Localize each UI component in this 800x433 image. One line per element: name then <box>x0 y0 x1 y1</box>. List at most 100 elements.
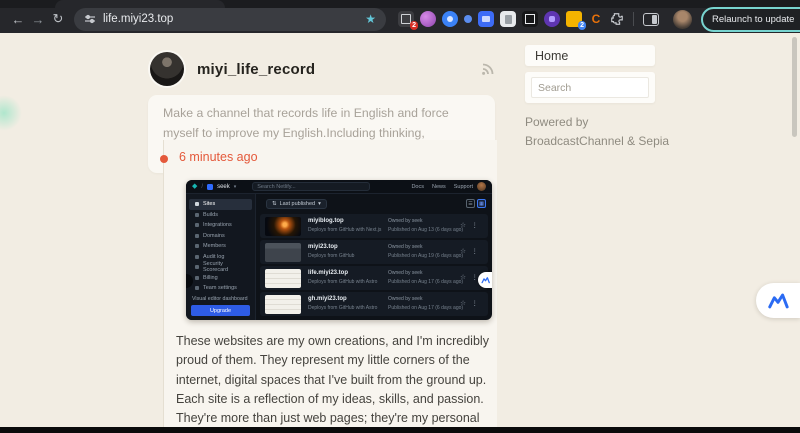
back-icon[interactable]: ← <box>8 12 28 27</box>
shot-site-row: gh.miyi23.top Deploys from GitHub with A… <box>260 292 488 316</box>
extension-icon-3[interactable] <box>442 11 458 27</box>
row-menu-icon: ⋮ <box>472 247 479 255</box>
extension-icon-4[interactable] <box>464 15 472 23</box>
members-icon <box>195 244 199 248</box>
page-content: miyi_life_record Make a channel that rec… <box>0 33 800 427</box>
profile-avatar[interactable] <box>673 10 692 29</box>
netlify-logo-icon: ◆ <box>192 183 197 190</box>
extension-icon-7[interactable] <box>522 11 538 27</box>
tune-icon[interactable] <box>84 13 96 25</box>
browser-toolbar: ← → ↻ life.miyi23.top ★ 2 2 C <box>0 6 800 32</box>
extension-icons: 2 2 C <box>398 10 692 29</box>
shot-user-avatar <box>477 182 486 191</box>
shot-site-row: life.miyi23.top Deploys from GitHub with… <box>260 266 488 290</box>
post-timeline: 6 minutes ago ◆ / seek ▾ Search Netlify.… <box>163 140 497 427</box>
shot-monica-badge <box>478 272 492 288</box>
grid-view-icon: ▦ <box>477 199 486 208</box>
shot-nav-members: Members <box>189 241 252 252</box>
favorite-star-icon: ☆ <box>460 273 466 281</box>
browser-chrome: ← → ↻ life.miyi23.top ★ 2 2 C <box>0 0 800 33</box>
site-thumbnail <box>265 269 301 288</box>
side-panel-icon[interactable] <box>643 13 659 26</box>
favorite-star-icon: ☆ <box>460 247 466 255</box>
favorite-star-icon: ☆ <box>460 299 466 307</box>
security-icon <box>195 265 199 269</box>
monica-logo-icon <box>767 292 789 309</box>
extension-icon-2[interactable] <box>420 11 436 27</box>
bottom-window-edge <box>0 427 800 433</box>
extension-icon-9[interactable]: 2 <box>566 11 582 27</box>
shot-sort-dropdown: ⇅ Last published ▾ <box>266 199 327 209</box>
billing-icon <box>195 276 199 280</box>
extension-icon-6[interactable] <box>500 11 516 27</box>
monica-assistant-badge[interactable] <box>756 283 800 318</box>
team-name: seek <box>217 184 230 190</box>
extension-icon-1[interactable]: 2 <box>398 11 414 27</box>
docs-link: Docs <box>411 184 424 190</box>
extension-icon-5[interactable] <box>478 11 494 27</box>
channel-avatar[interactable] <box>150 52 184 86</box>
shot-search-placeholder: Search Netlify... <box>257 184 295 190</box>
shot-nav-billing: Billing <box>189 273 252 284</box>
url-bar[interactable]: life.miyi23.top ★ <box>74 8 386 31</box>
favorite-star-icon: ☆ <box>460 221 466 229</box>
search-card <box>525 72 655 103</box>
post-image-netlify-dashboard[interactable]: ◆ / seek ▾ Search Netlify... Docs News S… <box>186 180 492 320</box>
list-view-icon: ☰ <box>466 199 475 208</box>
home-label: Home <box>535 49 568 63</box>
shot-visual-editor-link: Visual editor dashboard <box>192 296 251 302</box>
relaunch-label: Relaunch to update <box>712 14 794 25</box>
sort-icon: ⇅ <box>272 201 277 207</box>
post-timestamp[interactable]: 6 minutes ago <box>179 150 258 164</box>
row-menu-icon: ⋮ <box>472 299 479 307</box>
row-menu-icon: ⋮ <box>472 221 479 229</box>
domains-icon <box>195 234 199 238</box>
breadcrumb-slash: / <box>201 184 203 190</box>
extensions-puzzle-icon[interactable] <box>610 12 624 26</box>
toolbar-divider <box>633 12 634 26</box>
rss-icon[interactable] <box>480 61 496 77</box>
forward-icon[interactable]: → <box>28 12 48 27</box>
post-body-text: These websites are my own creations, and… <box>176 332 502 427</box>
shot-nav-integrations: Integrations <box>189 220 252 231</box>
decorative-glow <box>0 95 22 131</box>
shot-nav-security: Security Scorecard <box>189 262 252 273</box>
extension-icon-8[interactable] <box>544 11 560 27</box>
shot-nav-team-settings: Team settings <box>189 283 252 294</box>
extension-badge: 2 <box>410 21 418 30</box>
shot-view-toggles: ☰ ▦ <box>466 199 486 208</box>
team-avatar <box>207 184 213 190</box>
relaunch-to-update-button[interactable]: Relaunch to update ⋮ <box>701 7 800 32</box>
powered-by-line1: Powered by <box>525 113 669 132</box>
shot-nav-sites: Sites <box>189 199 252 210</box>
colorzilla-icon[interactable]: C <box>588 11 604 27</box>
extension-badge: 2 <box>578 21 586 30</box>
timeline-dot-icon <box>160 155 168 163</box>
settings-icon <box>195 286 199 290</box>
shot-search-bar: Search Netlify... <box>252 182 370 191</box>
site-thumbnail <box>265 217 301 236</box>
shot-topbar: ◆ / seek ▾ Search Netlify... Docs News S… <box>186 180 492 194</box>
shot-site-row: miyiblog.top Deploys from GitHub with Ne… <box>260 214 488 238</box>
bookmark-star-icon[interactable]: ★ <box>365 12 376 26</box>
shot-sidebar: Sites Builds Integrations Domains Member… <box>186 194 256 320</box>
sidebar-item-home[interactable]: Home <box>525 45 655 66</box>
powered-by: Powered by BroadcastChannel & Sepia <box>525 113 669 150</box>
powered-by-line2[interactable]: BroadcastChannel & Sepia <box>525 132 669 151</box>
builds-icon <box>195 213 199 217</box>
search-input[interactable] <box>531 77 649 98</box>
team-switcher-icon: ▾ <box>234 184 237 190</box>
support-link: Support <box>454 184 473 190</box>
shot-nav-domains: Domains <box>189 231 252 242</box>
url-text[interactable]: life.miyi23.top <box>103 13 358 25</box>
site-thumbnail <box>265 243 301 262</box>
shot-upgrade-button: Upgrade <box>191 305 250 316</box>
site-thumbnail <box>265 295 301 314</box>
channel-title: miyi_life_record <box>197 61 480 78</box>
channel-header: miyi_life_record <box>150 51 496 87</box>
audit-log-icon <box>195 255 199 259</box>
reload-icon[interactable]: ↻ <box>48 11 68 27</box>
integrations-icon <box>195 223 199 227</box>
shot-top-links: Docs News Support <box>411 184 473 190</box>
page-scrollbar[interactable] <box>792 37 797 137</box>
